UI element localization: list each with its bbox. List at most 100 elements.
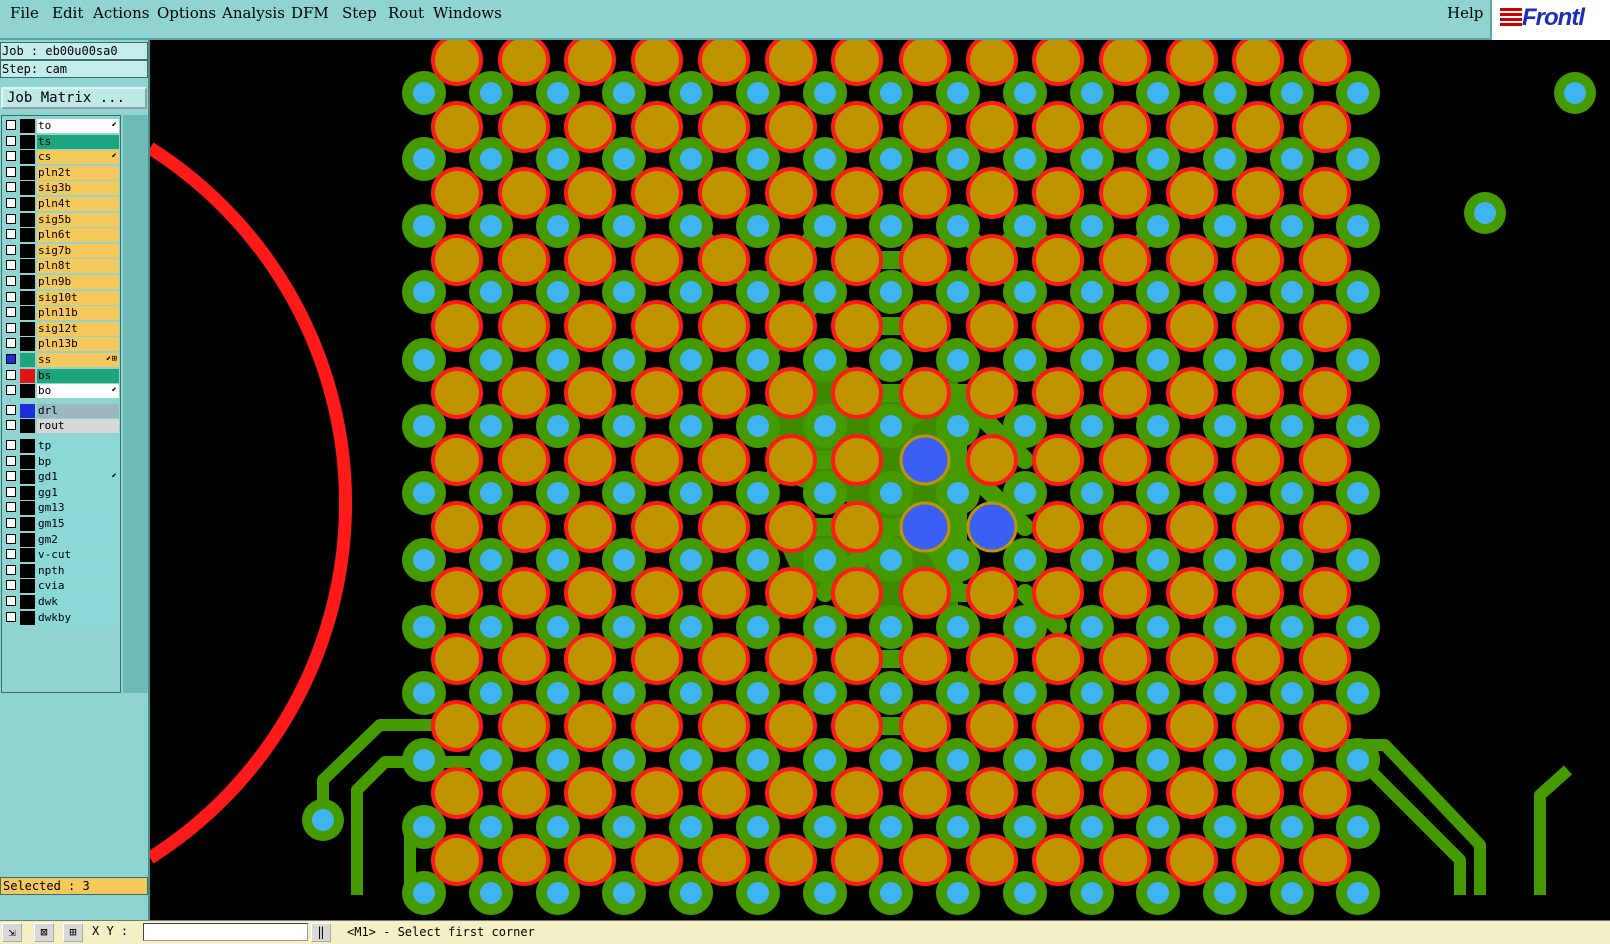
layer-name[interactable]: rout: [37, 419, 119, 434]
layer-name[interactable]: gm13: [37, 501, 119, 516]
layer-checkbox[interactable]: [6, 549, 16, 560]
layer-name[interactable]: sig10t: [37, 290, 119, 305]
layer-checkbox[interactable]: [6, 182, 16, 193]
layer-color-swatch[interactable]: [20, 517, 35, 531]
layer-checkbox[interactable]: [6, 533, 16, 544]
layer-name[interactable]: sig7b: [37, 243, 119, 258]
layer-row-tp[interactable]: tp: [2, 438, 120, 453]
graphics-canvas[interactable]: [150, 40, 1610, 920]
layer-color-swatch[interactable]: [20, 353, 35, 367]
layer-color-swatch[interactable]: [20, 595, 35, 609]
layer-name[interactable]: to ⬋: [37, 119, 119, 133]
layer-row-npth[interactable]: npth: [2, 563, 120, 578]
layer-checkbox[interactable]: [6, 404, 16, 415]
layer-name[interactable]: pln9b: [37, 275, 119, 289]
help-menu[interactable]: Help: [1447, 4, 1483, 22]
layer-list-scrollbar[interactable]: [123, 115, 148, 693]
menu-analysis[interactable]: Analysis: [222, 4, 285, 22]
layer-row-sig3b[interactable]: sig3b: [2, 180, 120, 196]
layer-row-gg1[interactable]: gg1: [2, 485, 120, 500]
layer-checkbox[interactable]: [6, 369, 16, 380]
job-matrix-button[interactable]: Job Matrix ...: [1, 87, 147, 109]
layer-checkbox[interactable]: [6, 260, 16, 271]
layer-color-swatch[interactable]: [20, 501, 35, 516]
layer-color-swatch[interactable]: [20, 454, 35, 469]
grid-button[interactable]: ⊞: [63, 923, 83, 942]
layer-name[interactable]: gg1: [37, 485, 119, 500]
layer-color-swatch[interactable]: [20, 368, 35, 383]
layer-row-gm15[interactable]: gm15: [2, 516, 120, 531]
layer-row-ts[interactable]: ts: [2, 134, 120, 149]
layer-color-swatch[interactable]: [20, 228, 35, 243]
layer-color-swatch[interactable]: [20, 337, 35, 352]
layer-checkbox[interactable]: [6, 244, 16, 255]
layer-name[interactable]: ss ⬋⊞: [37, 353, 119, 367]
menu-options[interactable]: Options: [157, 4, 216, 22]
layer-color-swatch[interactable]: [20, 306, 35, 321]
layer-checkbox[interactable]: [6, 276, 16, 286]
layer-row-gd1[interactable]: gd1 ⬋: [2, 469, 120, 485]
xy-input[interactable]: [143, 923, 308, 941]
layer-color-swatch[interactable]: [20, 275, 35, 289]
layer-checkbox[interactable]: [6, 440, 16, 450]
layer-checkbox[interactable]: [6, 420, 16, 431]
layer-color-swatch[interactable]: [20, 119, 35, 133]
layer-row-to[interactable]: to ⬋: [2, 118, 120, 133]
layer-checkbox[interactable]: [6, 471, 16, 482]
layer-row-v-cut[interactable]: v-cut: [2, 547, 120, 563]
layer-color-swatch[interactable]: [20, 212, 35, 227]
layer-name[interactable]: pln6t: [37, 228, 119, 243]
layer-color-swatch[interactable]: [20, 548, 35, 563]
layer-row-pln6t[interactable]: pln6t: [2, 227, 120, 243]
layer-checkbox[interactable]: [6, 455, 16, 466]
menu-step[interactable]: Step: [342, 4, 377, 22]
layer-row-dwkby[interactable]: dwkby: [2, 610, 120, 625]
layer-color-swatch[interactable]: [20, 563, 35, 578]
layer-checkbox[interactable]: [6, 166, 16, 177]
layer-row-bo[interactable]: bo ⬋: [2, 383, 120, 399]
layer-row-pln2t[interactable]: pln2t: [2, 165, 120, 180]
layer-name[interactable]: pln2t: [37, 165, 119, 180]
layer-row-sig5b[interactable]: sig5b: [2, 212, 120, 227]
layer-row-pln4t[interactable]: pln4t: [2, 196, 120, 211]
layer-color-swatch[interactable]: [20, 384, 35, 399]
layer-color-swatch[interactable]: [20, 470, 35, 485]
layer-row-gm2[interactable]: gm2: [2, 532, 120, 547]
layer-checkbox[interactable]: [6, 564, 16, 575]
layer-name[interactable]: cs ⬋: [37, 150, 119, 165]
layer-checkbox[interactable]: [6, 385, 16, 396]
layer-checkbox[interactable]: [6, 213, 16, 224]
layer-color-swatch[interactable]: [20, 610, 35, 625]
layer-color-swatch[interactable]: [20, 165, 35, 180]
layer-name[interactable]: gm2: [37, 532, 119, 547]
layer-color-swatch[interactable]: [20, 150, 35, 165]
layer-checkbox[interactable]: [6, 518, 16, 528]
menu-file[interactable]: File: [10, 4, 39, 22]
layer-color-swatch[interactable]: [20, 485, 35, 500]
layer-row-sig7b[interactable]: sig7b: [2, 243, 120, 258]
layer-name[interactable]: drl: [37, 403, 119, 418]
layer-color-swatch[interactable]: [20, 532, 35, 547]
layer-name[interactable]: sig12t: [37, 321, 119, 336]
layer-row-dwk[interactable]: dwk: [2, 594, 120, 609]
cross-button[interactable]: ⊠: [34, 923, 54, 942]
layer-row-pln11b[interactable]: pln11b: [2, 305, 120, 321]
menu-dfm[interactable]: DFM: [291, 4, 329, 22]
layer-row-sig12t[interactable]: sig12t: [2, 321, 120, 336]
menu-windows[interactable]: Windows: [433, 4, 502, 22]
layer-name[interactable]: dwkby: [37, 610, 119, 625]
layer-name[interactable]: bo ⬋: [37, 384, 119, 399]
layer-color-swatch[interactable]: [20, 419, 35, 434]
layer-color-swatch[interactable]: [20, 439, 35, 453]
layer-row-gm13[interactable]: gm13: [2, 500, 120, 516]
layer-name[interactable]: v-cut: [37, 548, 119, 563]
layer-name[interactable]: sig3b: [37, 181, 119, 196]
layer-color-swatch[interactable]: [20, 259, 35, 274]
layer-name[interactable]: cvia: [37, 579, 119, 594]
layer-row-bp[interactable]: bp: [2, 454, 120, 469]
menu-rout[interactable]: Rout: [388, 4, 424, 22]
layer-name[interactable]: pln11b: [37, 306, 119, 321]
layer-color-swatch[interactable]: [20, 579, 35, 594]
layer-row-pln9b[interactable]: pln9b: [2, 274, 120, 289]
layer-color-swatch[interactable]: [20, 290, 35, 305]
